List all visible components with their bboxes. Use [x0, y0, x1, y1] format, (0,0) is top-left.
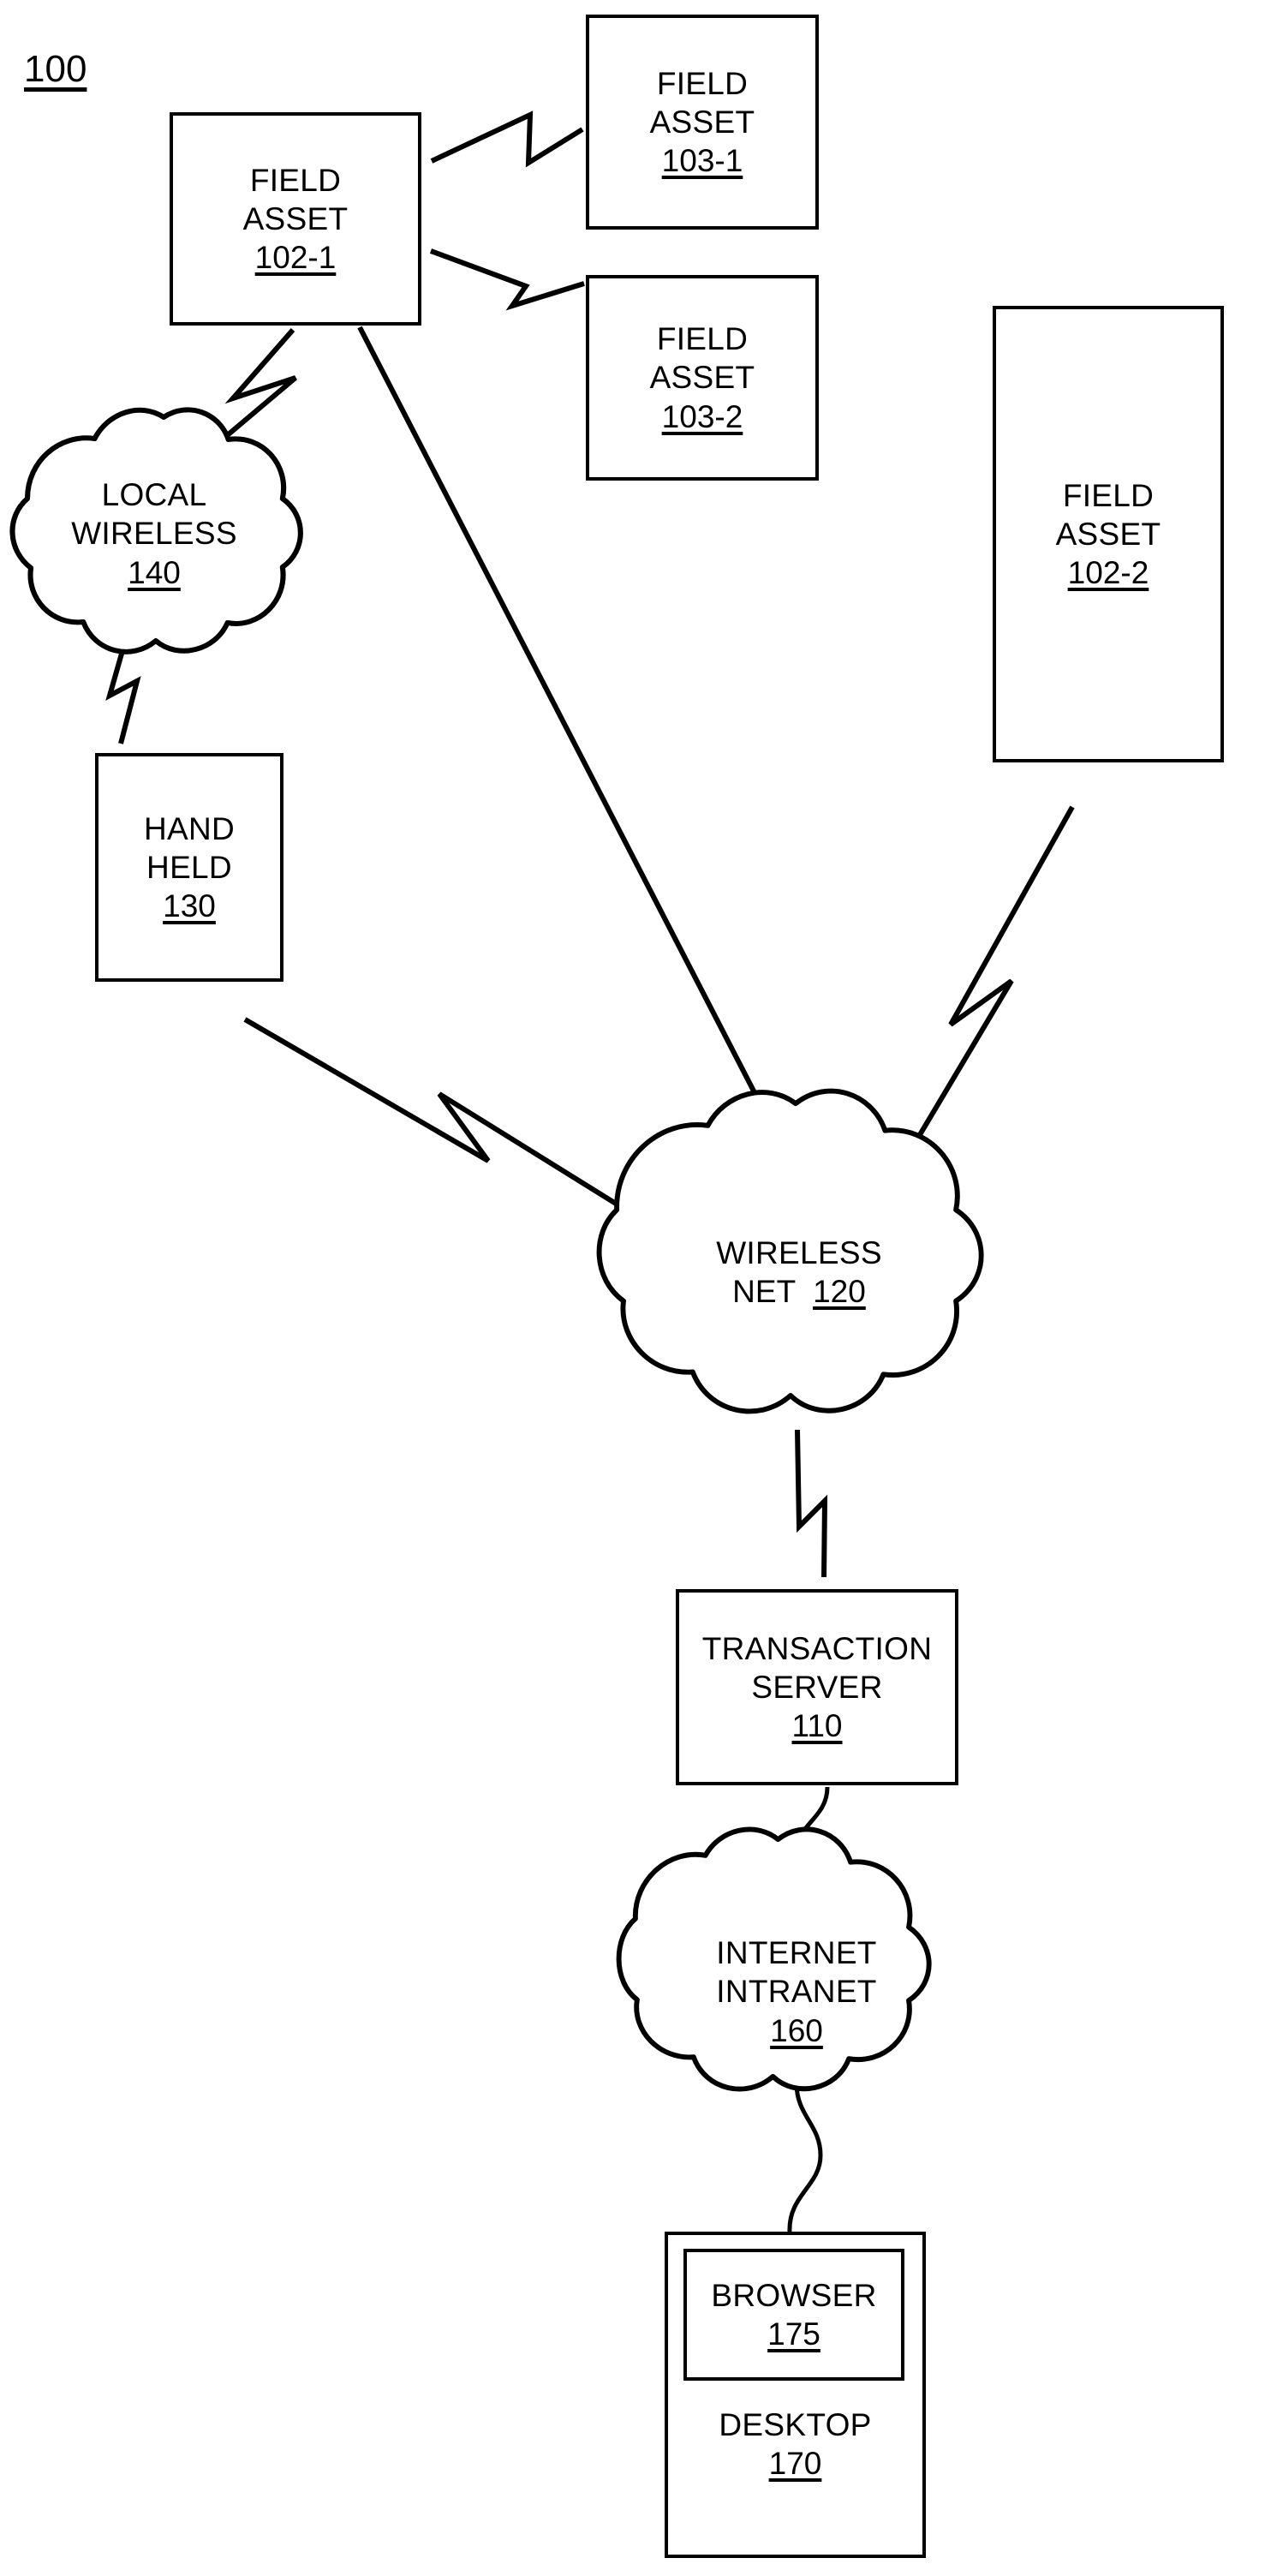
node-local-wireless-140[interactable]: LOCAL WIRELESS 140: [26, 435, 283, 632]
node-label-line1: FIELD: [656, 321, 749, 357]
node-reference-numeral: 175: [767, 2316, 820, 2352]
connector-102-1-to-local-wireless-icon: [218, 328, 297, 445]
node-label-line2: NET 120: [732, 1272, 866, 1311]
node-field-asset-102-1[interactable]: FIELD ASSET 102-1: [170, 112, 421, 326]
node-label-line1: INTERNET: [716, 1935, 877, 1971]
node-label-line2: SERVER: [751, 1669, 883, 1705]
node-label-line2: WIRELESS: [71, 516, 237, 552]
node-label-line1: TRANSACTION: [701, 1630, 933, 1666]
node-internet-intranet-160[interactable]: INTERNET INTRANET 160: [644, 1872, 949, 2112]
node-label-line2: HELD: [146, 849, 232, 885]
node-field-asset-103-2[interactable]: FIELD ASSET 103-2: [586, 275, 819, 481]
node-label-line1: HAND: [143, 810, 236, 846]
node-reference-numeral: 102-1: [254, 240, 337, 276]
node-label-line1: FIELD: [656, 65, 749, 101]
node-label-line2: ASSET: [242, 200, 349, 236]
node-label-line1: BROWSER: [711, 2277, 877, 2313]
connector-hand-held-to-wireless-net-icon: [243, 1017, 636, 1217]
connector-local-wireless-to-hand-held-icon: [105, 635, 141, 744]
node-label-line1: WIRELESS: [716, 1234, 882, 1270]
connector-102-2-to-wireless-net-icon: [913, 805, 1075, 1144]
node-label-line2-text: NET: [732, 1274, 796, 1309]
node-browser-175[interactable]: BROWSER 175: [683, 2249, 904, 2381]
node-wireless-net-120[interactable]: WIRELESS NET 120: [624, 1135, 975, 1409]
node-reference-numeral: 102-2: [1067, 555, 1149, 591]
connector-wireless-net-to-transaction-server-icon: [795, 1429, 828, 1578]
node-hand-held-130[interactable]: HAND HELD 130: [95, 753, 283, 982]
node-label-line2: ASSET: [649, 360, 755, 396]
node-label-line1: FIELD: [1062, 477, 1155, 513]
node-reference-numeral: 160: [770, 2012, 823, 2048]
node-label-line1: DESKTOP: [719, 2406, 872, 2442]
node-label-line2: INTRANET: [716, 1974, 877, 2010]
connector-102-1-to-103-1-icon: [430, 111, 584, 168]
patent-figure-canvas: 100 FIELD ASSET 102-1 FIELD ASSET 103-1 …: [0, 0, 1271, 2576]
node-field-asset-103-1[interactable]: FIELD ASSET 103-1: [586, 15, 819, 230]
node-label-line2: ASSET: [1055, 516, 1161, 552]
node-label-line1: FIELD: [249, 162, 342, 198]
node-reference-numeral: 110: [791, 1708, 843, 1744]
node-reference-numeral: 103-1: [661, 143, 743, 179]
node-field-asset-102-2[interactable]: FIELD ASSET 102-2: [993, 306, 1224, 762]
node-reference-numeral: 120: [813, 1274, 866, 1309]
figure-number: 100: [24, 48, 87, 90]
node-reference-numeral: 103-2: [661, 398, 743, 434]
node-transaction-server-110[interactable]: TRANSACTION SERVER 110: [676, 1589, 958, 1785]
node-label-line1: LOCAL: [101, 477, 207, 513]
node-reference-numeral: 170: [768, 2445, 822, 2481]
node-reference-numeral: 130: [163, 888, 216, 924]
node-reference-numeral: 140: [128, 554, 181, 590]
connector-102-1-to-103-2-icon: [429, 248, 585, 311]
node-label-line2: ASSET: [649, 104, 755, 140]
